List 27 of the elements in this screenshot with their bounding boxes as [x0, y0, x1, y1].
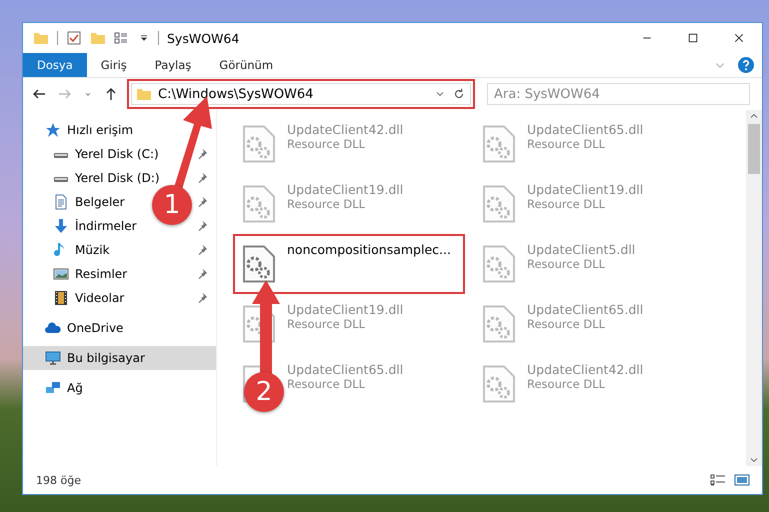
ribbon-tab[interactable]: Dosya	[23, 53, 87, 77]
sidebar-item[interactable]: Yerel Disk (C:)	[53, 142, 159, 166]
file-name[interactable]: noncompositionsamplec...	[287, 242, 451, 257]
file-type: Resource DLL	[287, 377, 366, 391]
sidebar-item[interactable]: Belgeler	[53, 190, 125, 214]
item-count: 198 öğe	[36, 474, 81, 486]
file-type: Resource DLL	[527, 317, 606, 331]
sidebar-item[interactable]: Resimler	[53, 262, 128, 286]
search-field[interactable]: Ara: SysWOW64	[487, 83, 750, 105]
file-type: Resource DLL	[527, 197, 606, 211]
file-type: Resource DLL	[287, 137, 366, 151]
sidebar-item[interactable]: Müzik	[53, 238, 110, 262]
file-type: Resource DLL	[527, 377, 606, 391]
ribbon-tab[interactable]: Görünüm	[205, 53, 288, 77]
sidebar-item[interactable]: Ağ	[45, 376, 83, 400]
sidebar-item[interactable]: Videolar	[53, 286, 124, 310]
file-type: Resource DLL	[287, 197, 366, 211]
file-type: Resource DLL	[527, 137, 606, 151]
sidebar-item[interactable]: İndirmeler	[53, 214, 137, 238]
file-type: Resource DLL	[287, 317, 366, 331]
file-type: Resource DLL	[527, 257, 606, 271]
sidebar-item[interactable]: OneDrive	[45, 316, 124, 340]
sidebar-item[interactable]: Bu bilgisayar	[23, 346, 216, 370]
ribbon-tab[interactable]: Paylaş	[140, 53, 206, 77]
window-title: SysWOW64	[167, 30, 240, 46]
ribbon-tab[interactable]: Giriş	[86, 53, 141, 77]
sidebar-item[interactable]: Hızlı erişim	[45, 118, 134, 142]
